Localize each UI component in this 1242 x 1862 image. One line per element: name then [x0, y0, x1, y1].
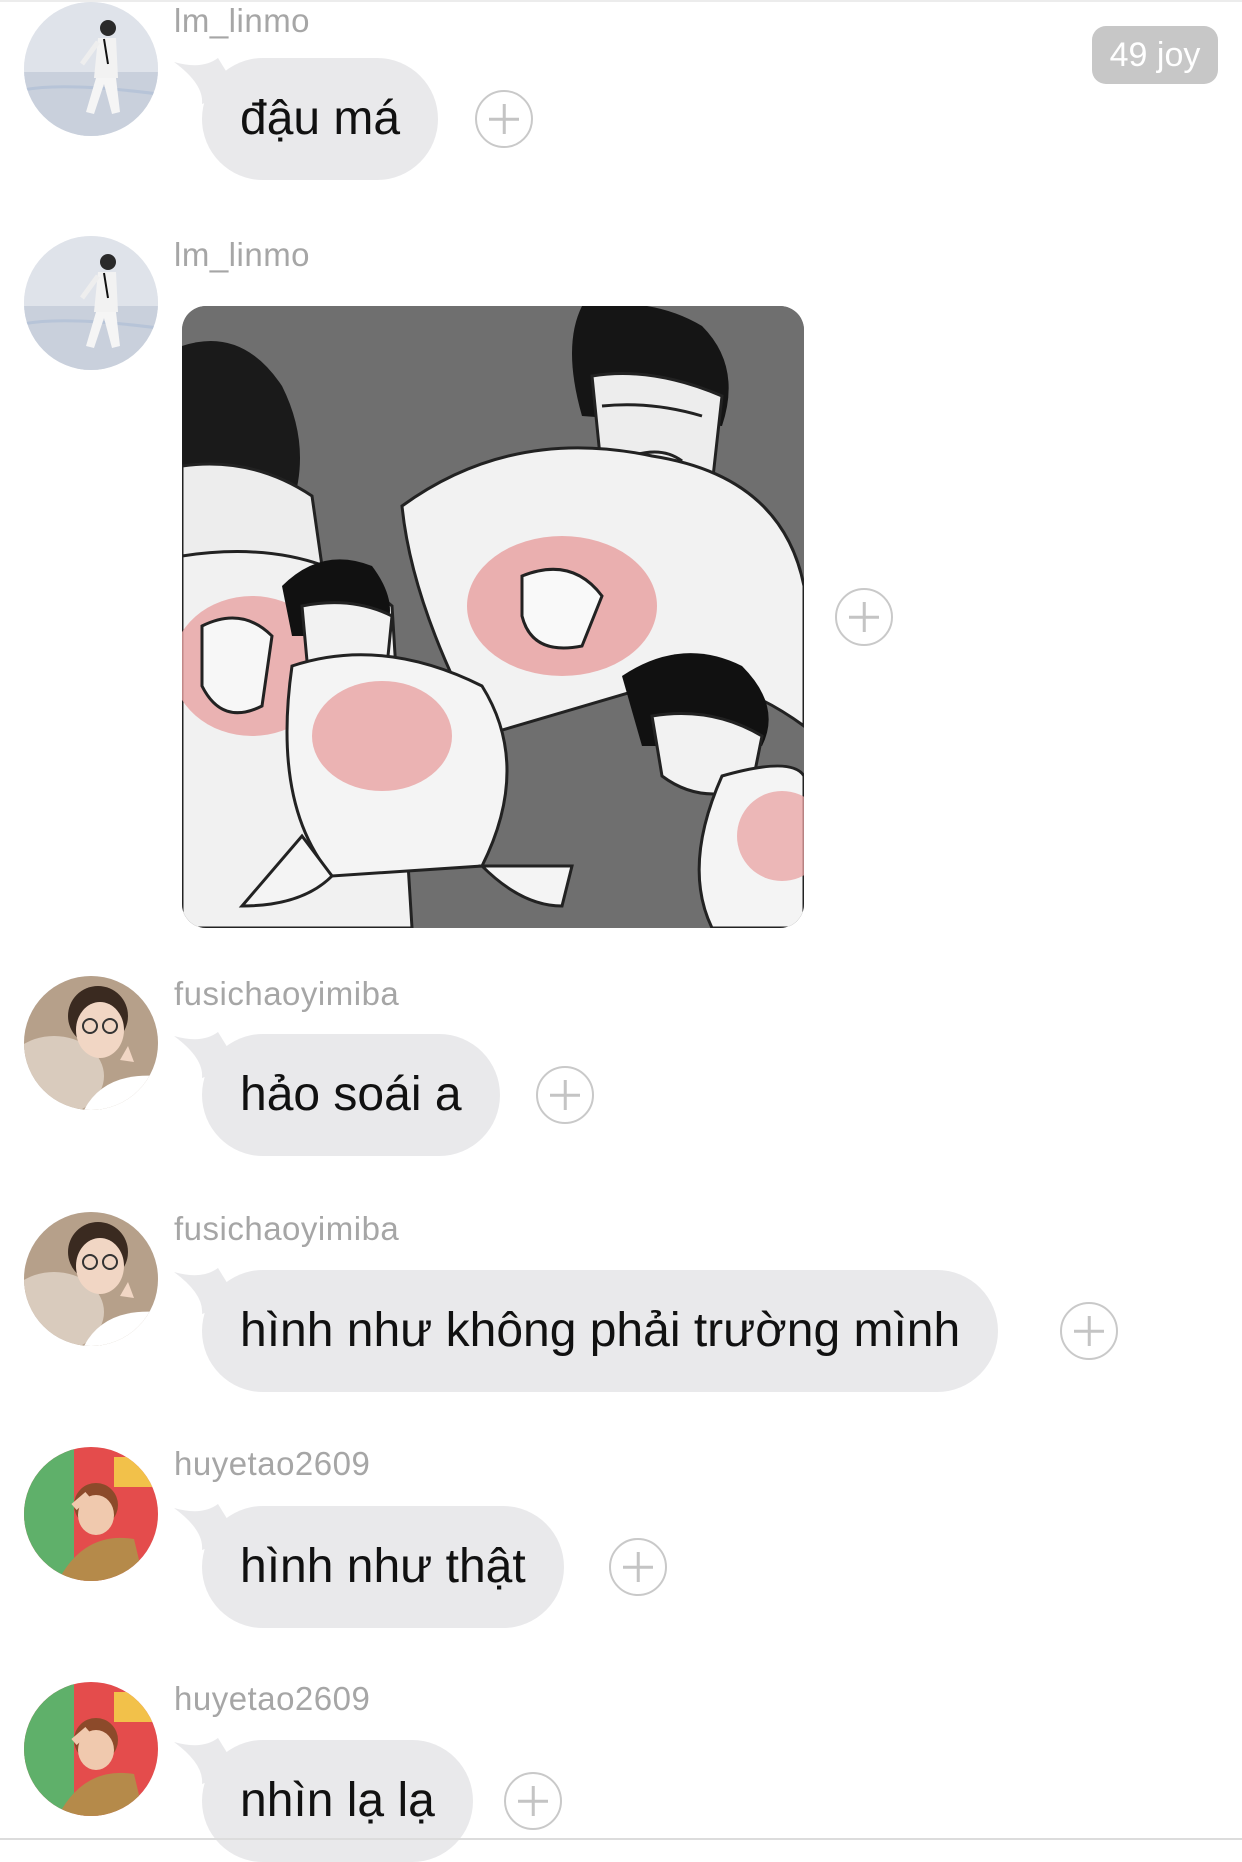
- plus-circle-icon[interactable]: [504, 1772, 562, 1830]
- plus-circle-icon[interactable]: [609, 1538, 667, 1596]
- username[interactable]: huyetao2609: [174, 1445, 370, 1483]
- username[interactable]: lm_linmo: [174, 2, 310, 40]
- username[interactable]: huyetao2609: [174, 1680, 370, 1718]
- chat-view: 49 joy lm_linmo đậu má lm_linmo fusichao…: [0, 0, 1242, 1862]
- username[interactable]: fusichaoyimiba: [174, 1210, 399, 1248]
- joy-badge[interactable]: 49 joy: [1092, 26, 1218, 84]
- avatar[interactable]: [24, 236, 158, 370]
- bottom-divider: [0, 1838, 1242, 1840]
- avatar[interactable]: [24, 2, 158, 136]
- plus-circle-icon[interactable]: [1060, 1302, 1118, 1360]
- username[interactable]: lm_linmo: [174, 236, 310, 274]
- message-bubble[interactable]: hình như không phải trường mình: [202, 1270, 999, 1392]
- message-bubble[interactable]: hảo soái a: [202, 1034, 500, 1156]
- avatar[interactable]: [24, 976, 158, 1110]
- sticker-image[interactable]: [182, 306, 804, 928]
- message-bubble[interactable]: hình như thật: [202, 1506, 564, 1628]
- message-bubble[interactable]: đậu má: [202, 58, 439, 180]
- plus-circle-icon[interactable]: [475, 90, 533, 148]
- avatar[interactable]: [24, 1447, 158, 1581]
- plus-circle-icon[interactable]: [835, 588, 893, 646]
- plus-circle-icon[interactable]: [536, 1066, 594, 1124]
- username[interactable]: fusichaoyimiba: [174, 975, 399, 1013]
- avatar[interactable]: [24, 1682, 158, 1816]
- avatar[interactable]: [24, 1212, 158, 1346]
